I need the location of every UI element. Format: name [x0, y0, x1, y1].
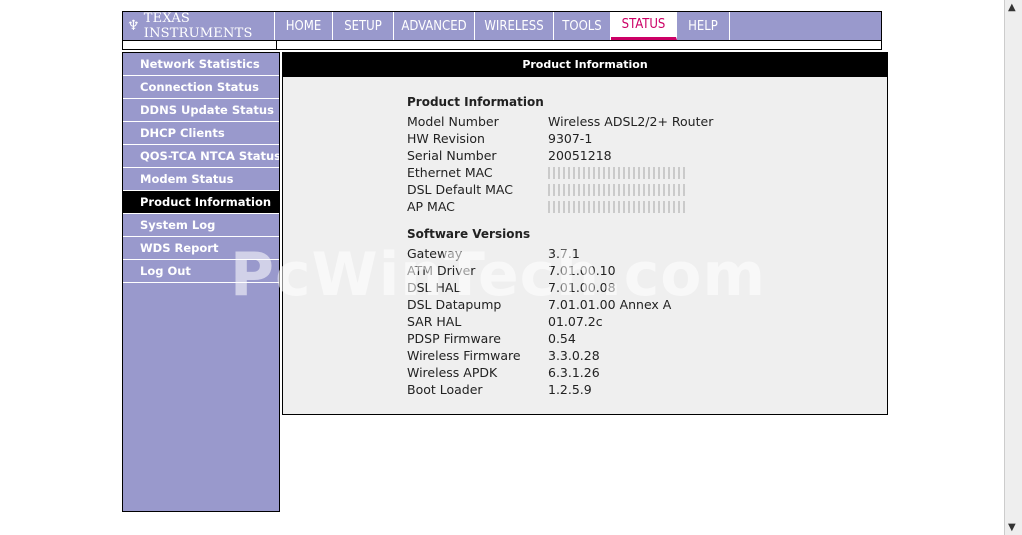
- tab-setup[interactable]: SETUP: [333, 12, 394, 40]
- info-value: 3.7.1: [548, 246, 580, 261]
- panel-title: Product Information: [283, 53, 887, 77]
- info-key: Wireless Firmware: [407, 348, 521, 363]
- info-value: 9307-1: [548, 131, 593, 146]
- info-block: Product Information Model Number Wireless…: [407, 95, 713, 398]
- sidebar-item-system-log[interactable]: System Log: [123, 214, 279, 237]
- nav-filler: [730, 12, 881, 40]
- info-row: DSL Datapump 7.01.01.00 Annex A: [407, 296, 713, 313]
- info-row: Wireless Firmware 3.3.0.28: [407, 347, 713, 364]
- info-row: HW Revision 9307-1: [407, 130, 713, 147]
- info-value: 01.07.2c: [548, 314, 603, 329]
- info-key: DSL Datapump: [407, 297, 502, 312]
- info-key: SAR HAL: [407, 314, 462, 329]
- info-value: Wireless ADSL2/2+ Router: [548, 114, 714, 129]
- product-heading: Product Information: [407, 95, 544, 109]
- info-value: 3.3.0.28: [548, 348, 600, 363]
- info-value: 6.3.1.26: [548, 365, 600, 380]
- info-key: ATM Driver: [407, 263, 476, 278]
- top-nav: ♆ TEXAS INSTRUMENTS HOME SETUP ADVANCED …: [122, 11, 882, 41]
- redacted-value: [548, 201, 688, 213]
- info-key: Gateway: [407, 246, 463, 261]
- ti-logo: ♆ TEXAS INSTRUMENTS: [123, 11, 275, 41]
- scroll-down-icon[interactable]: ▼: [1008, 522, 1016, 533]
- tab-help[interactable]: HELP: [677, 12, 730, 40]
- info-value: 7.01.01.00 Annex A: [548, 297, 672, 312]
- info-key: HW Revision: [407, 131, 485, 146]
- info-key: DSL Default MAC: [407, 182, 513, 197]
- sidebar-item-wds-report[interactable]: WDS Report: [123, 237, 279, 260]
- product-info-panel: Product Information Product Information …: [282, 52, 888, 415]
- software-heading: Software Versions: [407, 227, 531, 241]
- info-key: PDSP Firmware: [407, 331, 501, 346]
- info-key: Boot Loader: [407, 382, 483, 397]
- info-row: Boot Loader 1.2.5.9: [407, 381, 713, 398]
- sidebar-item-modem-status[interactable]: Modem Status: [123, 168, 279, 191]
- tab-home[interactable]: HOME: [275, 12, 333, 40]
- ti-logo-icon: ♆: [127, 18, 140, 34]
- info-row: ATM Driver 7.01.00.10: [407, 262, 713, 279]
- tab-advanced[interactable]: ADVANCED: [394, 12, 475, 40]
- sidebar-item-connection-status[interactable]: Connection Status: [123, 76, 279, 99]
- redacted-value: [548, 167, 688, 179]
- info-value: 20051218: [548, 148, 612, 163]
- info-row: SAR HAL 01.07.2c: [407, 313, 713, 330]
- info-key: DSL HAL: [407, 280, 461, 295]
- info-row: AP MAC: [407, 198, 713, 215]
- sidebar: Network Statistics Connection Status DDN…: [122, 52, 280, 512]
- info-row: Wireless APDK 6.3.1.26: [407, 364, 713, 381]
- sidebar-item-qos-tca-ntca-status[interactable]: QOS-TCA NTCA Status: [123, 145, 279, 168]
- sidebar-item-network-statistics[interactable]: Network Statistics: [123, 53, 279, 76]
- info-row: Gateway 3.7.1: [407, 245, 713, 262]
- info-row: DSL Default MAC: [407, 181, 713, 198]
- info-key: Wireless APDK: [407, 365, 498, 380]
- info-key: Model Number: [407, 114, 499, 129]
- tab-tools[interactable]: TOOLS: [554, 12, 611, 40]
- info-row: PDSP Firmware 0.54: [407, 330, 713, 347]
- info-row: Model Number Wireless ADSL2/2+ Router: [407, 113, 713, 130]
- info-value: 7.01.00.08: [548, 280, 616, 295]
- vertical-scrollbar[interactable]: ▲ ▼: [1004, 0, 1022, 535]
- info-row: DSL HAL 7.01.00.08: [407, 279, 713, 296]
- sidebar-item-log-out[interactable]: Log Out: [123, 260, 279, 283]
- redacted-value: [548, 184, 688, 196]
- info-key: Ethernet MAC: [407, 165, 493, 180]
- info-row: Ethernet MAC: [407, 164, 713, 181]
- tab-wireless[interactable]: WIRELESS: [475, 12, 554, 40]
- scroll-up-icon[interactable]: ▲: [1008, 2, 1016, 13]
- info-value: 0.54: [548, 331, 576, 346]
- info-value: 7.01.00.10: [548, 263, 616, 278]
- info-key: AP MAC: [407, 199, 455, 214]
- sidebar-item-product-information[interactable]: Product Information: [123, 191, 279, 214]
- sub-bar: [122, 41, 882, 50]
- info-row: Serial Number 20051218: [407, 147, 713, 164]
- logo-text: TEXAS INSTRUMENTS: [143, 11, 253, 41]
- sidebar-item-dhcp-clients[interactable]: DHCP Clients: [123, 122, 279, 145]
- tab-status[interactable]: STATUS: [611, 12, 677, 40]
- info-key: Serial Number: [407, 148, 497, 163]
- info-value: 1.2.5.9: [548, 382, 592, 397]
- sidebar-item-ddns-update-status[interactable]: DDNS Update Status: [123, 99, 279, 122]
